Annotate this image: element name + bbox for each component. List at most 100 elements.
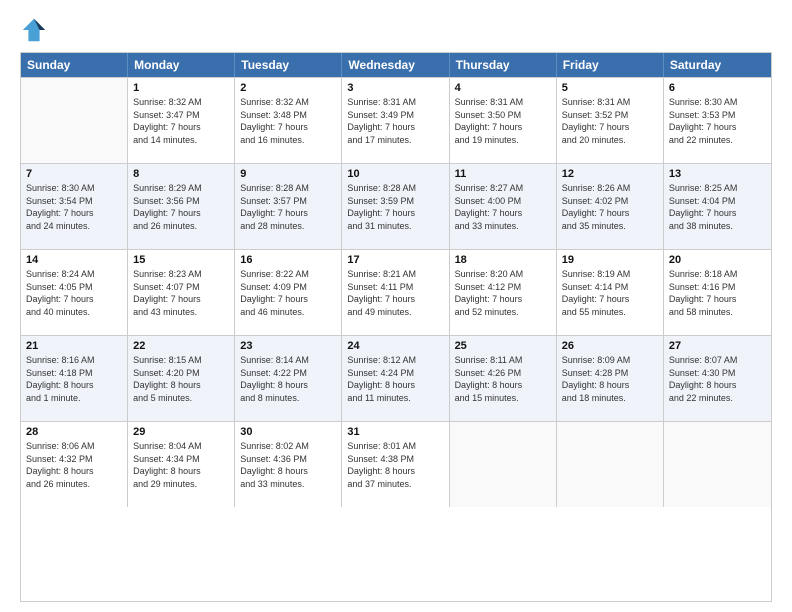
calendar-cell [664, 422, 771, 507]
calendar-cell: 12Sunrise: 8:26 AM Sunset: 4:02 PM Dayli… [557, 164, 664, 249]
cell-info: Sunrise: 8:16 AM Sunset: 4:18 PM Dayligh… [26, 354, 122, 404]
day-number: 7 [26, 168, 122, 180]
calendar-cell: 13 Sunrise: 8:25 AM Sunset: 4:04 PM Dayli… [664, 164, 771, 249]
header [20, 16, 772, 44]
calendar-cell: 29 Sunrise: 8:04 AM Sunset: 4:34 PM Dayli… [128, 422, 235, 507]
cell-info: Sunrise: 8:25 AM Sunset: 4:04 PM Dayligh… [669, 182, 766, 232]
cell-info: Sunrise: 8:06 AM Sunset: 4:32 PM Dayligh… [26, 440, 122, 490]
calendar-cell: 24Sunrise: 8:12 AM Sunset: 4:24 PM Dayli… [342, 336, 449, 421]
cell-info: Sunrise: 8:15 AM Sunset: 4:20 PM Dayligh… [133, 354, 229, 404]
day-number: 9 [240, 168, 336, 180]
calendar-cell: 19 Sunrise: 8:19 AM Sunset: 4:14 PM Dayli… [557, 250, 664, 335]
day-number: 1 [133, 82, 229, 94]
header-day-monday: Monday [128, 53, 235, 77]
day-number: 18 [455, 254, 551, 266]
cell-info: Sunrise: 8:31 AM Sunset: 3:52 PM Dayligh… [562, 96, 658, 146]
day-number: 19 [562, 254, 658, 266]
day-number: 12 [562, 168, 658, 180]
cell-info: Sunrise: 8:01 AM Sunset: 4:38 PM Dayligh… [347, 440, 443, 490]
calendar-cell: 9 Sunrise: 8:28 AM Sunset: 3:57 PM Daylig… [235, 164, 342, 249]
header-day-friday: Friday [557, 53, 664, 77]
cell-info: Sunrise: 8:24 AM Sunset: 4:05 PM Dayligh… [26, 268, 122, 318]
cell-info: Sunrise: 8:21 AM Sunset: 4:11 PM Dayligh… [347, 268, 443, 318]
logo [20, 16, 52, 44]
cell-info: Sunrise: 8:12 AM Sunset: 4:24 PM Dayligh… [347, 354, 443, 404]
calendar-cell: 14Sunrise: 8:24 AM Sunset: 4:05 PM Dayli… [21, 250, 128, 335]
cell-info: Sunrise: 8:29 AM Sunset: 3:56 PM Dayligh… [133, 182, 229, 232]
cell-info: Sunrise: 8:27 AM Sunset: 4:00 PM Dayligh… [455, 182, 551, 232]
calendar-cell: 1 Sunrise: 8:32 AM Sunset: 3:47 PM Daylig… [128, 78, 235, 163]
cell-info: Sunrise: 8:04 AM Sunset: 4:34 PM Dayligh… [133, 440, 229, 490]
day-number: 3 [347, 82, 443, 94]
cell-info: Sunrise: 8:30 AM Sunset: 3:54 PM Dayligh… [26, 182, 122, 232]
day-number: 25 [455, 340, 551, 352]
calendar-cell [557, 422, 664, 507]
day-number: 4 [455, 82, 551, 94]
cell-info: Sunrise: 8:20 AM Sunset: 4:12 PM Dayligh… [455, 268, 551, 318]
cell-info: Sunrise: 8:30 AM Sunset: 3:53 PM Dayligh… [669, 96, 766, 146]
cell-info: Sunrise: 8:07 AM Sunset: 4:30 PM Dayligh… [669, 354, 766, 404]
cell-info: Sunrise: 8:22 AM Sunset: 4:09 PM Dayligh… [240, 268, 336, 318]
day-number: 13 [669, 168, 766, 180]
calendar-cell: 21 Sunrise: 8:16 AM Sunset: 4:18 PM Dayli… [21, 336, 128, 421]
day-number: 6 [669, 82, 766, 94]
calendar-cell [21, 78, 128, 163]
calendar-cell: 27 Sunrise: 8:07 AM Sunset: 4:30 PM Dayli… [664, 336, 771, 421]
day-number: 20 [669, 254, 766, 266]
cell-info: Sunrise: 8:18 AM Sunset: 4:16 PM Dayligh… [669, 268, 766, 318]
cell-info: Sunrise: 8:23 AM Sunset: 4:07 PM Dayligh… [133, 268, 229, 318]
day-number: 23 [240, 340, 336, 352]
calendar-cell: 2 Sunrise: 8:32 AM Sunset: 3:48 PM Daylig… [235, 78, 342, 163]
day-number: 28 [26, 426, 122, 438]
cell-info: Sunrise: 8:11 AM Sunset: 4:26 PM Dayligh… [455, 354, 551, 404]
calendar-cell: 4Sunrise: 8:31 AM Sunset: 3:50 PM Daylig… [450, 78, 557, 163]
day-number: 2 [240, 82, 336, 94]
calendar-row-1: 1 Sunrise: 8:32 AM Sunset: 3:47 PM Daylig… [21, 77, 771, 163]
header-day-tuesday: Tuesday [235, 53, 342, 77]
day-number: 17 [347, 254, 443, 266]
calendar: SundayMondayTuesdayWednesdayThursdayFrid… [20, 52, 772, 602]
cell-info: Sunrise: 8:02 AM Sunset: 4:36 PM Dayligh… [240, 440, 336, 490]
header-day-wednesday: Wednesday [342, 53, 449, 77]
calendar-header: SundayMondayTuesdayWednesdayThursdayFrid… [21, 53, 771, 77]
calendar-cell: 28 Sunrise: 8:06 AM Sunset: 4:32 PM Dayli… [21, 422, 128, 507]
calendar-row-5: 28 Sunrise: 8:06 AM Sunset: 4:32 PM Dayli… [21, 421, 771, 507]
calendar-row-3: 14Sunrise: 8:24 AM Sunset: 4:05 PM Dayli… [21, 249, 771, 335]
day-number: 22 [133, 340, 229, 352]
day-number: 10 [347, 168, 443, 180]
page: SundayMondayTuesdayWednesdayThursdayFrid… [0, 0, 792, 612]
calendar-cell: 8 Sunrise: 8:29 AM Sunset: 3:56 PM Daylig… [128, 164, 235, 249]
calendar-cell: 30 Sunrise: 8:02 AM Sunset: 4:36 PM Dayli… [235, 422, 342, 507]
calendar-cell [450, 422, 557, 507]
day-number: 27 [669, 340, 766, 352]
cell-info: Sunrise: 8:31 AM Sunset: 3:49 PM Dayligh… [347, 96, 443, 146]
day-number: 30 [240, 426, 336, 438]
calendar-cell: 16 Sunrise: 8:22 AM Sunset: 4:09 PM Dayli… [235, 250, 342, 335]
calendar-body: 1 Sunrise: 8:32 AM Sunset: 3:47 PM Daylig… [21, 77, 771, 507]
day-number: 29 [133, 426, 229, 438]
calendar-row-2: 7 Sunrise: 8:30 AM Sunset: 3:54 PM Daylig… [21, 163, 771, 249]
day-number: 15 [133, 254, 229, 266]
day-number: 11 [455, 168, 551, 180]
header-day-sunday: Sunday [21, 53, 128, 77]
calendar-cell: 11 Sunrise: 8:27 AM Sunset: 4:00 PM Dayli… [450, 164, 557, 249]
cell-info: Sunrise: 8:28 AM Sunset: 3:57 PM Dayligh… [240, 182, 336, 232]
day-number: 21 [26, 340, 122, 352]
cell-info: Sunrise: 8:32 AM Sunset: 3:47 PM Dayligh… [133, 96, 229, 146]
day-number: 8 [133, 168, 229, 180]
calendar-cell: 23 Sunrise: 8:14 AM Sunset: 4:22 PM Dayli… [235, 336, 342, 421]
calendar-cell: 7 Sunrise: 8:30 AM Sunset: 3:54 PM Daylig… [21, 164, 128, 249]
day-number: 26 [562, 340, 658, 352]
calendar-cell: 17 Sunrise: 8:21 AM Sunset: 4:11 PM Dayli… [342, 250, 449, 335]
day-number: 16 [240, 254, 336, 266]
day-number: 31 [347, 426, 443, 438]
calendar-cell: 3 Sunrise: 8:31 AM Sunset: 3:49 PM Daylig… [342, 78, 449, 163]
cell-info: Sunrise: 8:14 AM Sunset: 4:22 PM Dayligh… [240, 354, 336, 404]
calendar-cell: 18 Sunrise: 8:20 AM Sunset: 4:12 PM Dayli… [450, 250, 557, 335]
cell-info: Sunrise: 8:09 AM Sunset: 4:28 PM Dayligh… [562, 354, 658, 404]
cell-info: Sunrise: 8:32 AM Sunset: 3:48 PM Dayligh… [240, 96, 336, 146]
cell-info: Sunrise: 8:19 AM Sunset: 4:14 PM Dayligh… [562, 268, 658, 318]
calendar-cell: 5Sunrise: 8:31 AM Sunset: 3:52 PM Daylig… [557, 78, 664, 163]
calendar-cell: 10Sunrise: 8:28 AM Sunset: 3:59 PM Dayli… [342, 164, 449, 249]
calendar-cell: 20 Sunrise: 8:18 AM Sunset: 4:16 PM Dayli… [664, 250, 771, 335]
